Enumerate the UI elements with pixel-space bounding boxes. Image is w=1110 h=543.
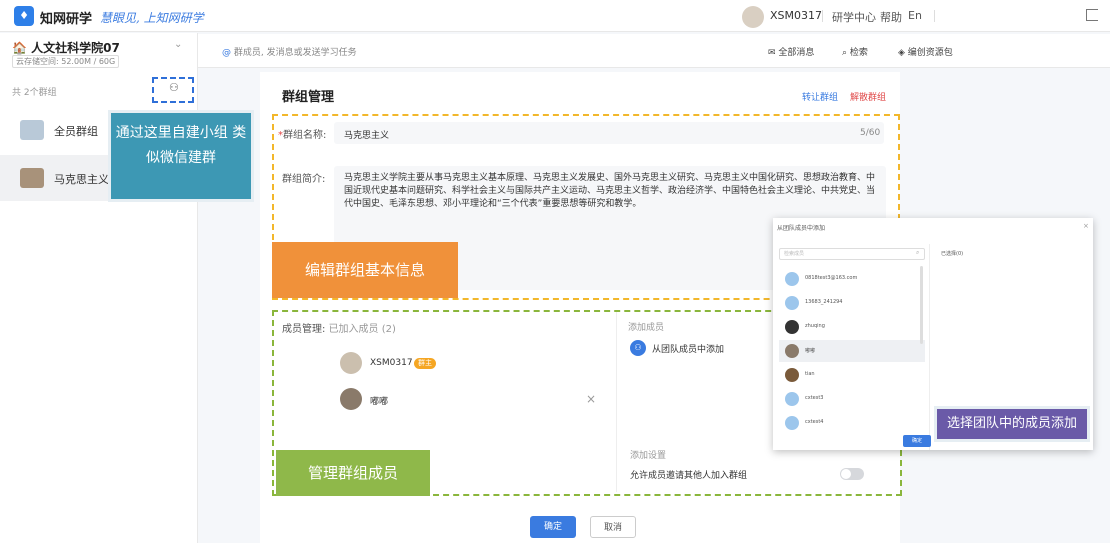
group-label: 全员群组 — [54, 125, 98, 138]
tip-select-members: 选择团队中的成员添加 — [934, 406, 1090, 442]
list-item[interactable]: 13683_241294 — [779, 292, 925, 314]
language-switch[interactable]: En — [908, 9, 922, 22]
search-placeholder: 检索成员 — [784, 251, 805, 257]
confirm-button[interactable]: 确定 — [530, 516, 576, 538]
message-bar: @ 群成员, 发消息或发送学习任务 ✉ 全部消息 ⌕ 检索 ◈ 编创资源包 — [198, 34, 1110, 68]
cancel-button[interactable]: 取消 — [590, 516, 636, 538]
avatar — [785, 392, 799, 406]
org-name[interactable]: 🏠 人文社科学院07 — [12, 39, 120, 56]
tip-edit-info: 编辑群组基本信息 — [272, 242, 458, 298]
member-name: 13683_241294 — [805, 299, 843, 305]
chevron-down-icon[interactable]: ⌄ — [174, 39, 182, 50]
avatar — [785, 416, 799, 430]
group-count: 共 2个群组 — [12, 88, 57, 98]
dialog-title: 从团队成员中添加 — [777, 225, 826, 232]
message-input[interactable]: @ 群成员, 发消息或发送学习任务 — [222, 45, 357, 58]
page-title: 群组管理 — [282, 90, 335, 105]
member-name: tian — [805, 371, 815, 377]
group-avatar — [20, 168, 44, 188]
top-bar: ♦ 知网研学 慧眼见, 上知网研学 XSM0317 研学中心 帮助 En — [0, 0, 1110, 32]
logo-icon: ♦ — [14, 6, 34, 26]
brand-name: 知网研学 — [40, 12, 93, 27]
list-item[interactable]: 嘟嘟 — [779, 340, 925, 362]
nav-help[interactable]: 帮助 — [880, 9, 902, 25]
avatar — [785, 320, 799, 334]
member-name: 0818test3@163.com — [805, 275, 858, 281]
group-label: 马克思主义 — [54, 173, 109, 186]
user-avatar[interactable] — [742, 6, 764, 28]
dialog-confirm-button[interactable]: 确定 — [903, 435, 931, 447]
scrollbar[interactable] — [920, 266, 923, 344]
close-icon[interactable]: × — [1083, 222, 1089, 230]
member-name: cxtest4 — [805, 419, 824, 425]
selected-count: 已选择(0) — [941, 251, 964, 257]
list-item[interactable]: zhuqing — [779, 316, 925, 338]
divider — [929, 244, 930, 450]
avatar — [785, 368, 799, 382]
group-avatar — [20, 120, 44, 140]
member-name: 嘟嘟 — [805, 348, 816, 354]
storage-info: 云存储空间: 52.00M / 60G — [12, 55, 120, 68]
add-group-button[interactable]: ⚇ — [152, 77, 194, 103]
member-name: zhuqing — [805, 323, 825, 329]
member-name: cxtest3 — [805, 395, 824, 401]
divider — [822, 10, 823, 22]
transfer-group-link[interactable]: 转让群组 — [802, 90, 838, 103]
divider — [934, 10, 935, 22]
avatar — [785, 272, 799, 286]
avatar — [785, 344, 799, 358]
add-user-icon: ⚇ — [169, 81, 179, 94]
tip-manage-members: 管理群组成员 — [276, 450, 430, 496]
member-search-input[interactable]: 检索成员 ⌕ — [779, 248, 925, 260]
list-item[interactable]: tian — [779, 364, 925, 386]
dissolve-group-link[interactable]: 解散群组 — [850, 90, 886, 103]
nav-study-center[interactable]: 研学中心 — [832, 9, 876, 25]
resource-button[interactable]: ◈ 编创资源包 — [898, 45, 953, 58]
all-messages-button[interactable]: ✉ 全部消息 — [768, 45, 814, 58]
logout-icon[interactable] — [1086, 9, 1098, 21]
avatar — [785, 296, 799, 310]
tip-create-group: 通过这里自建小组 类似微信建群 — [108, 110, 254, 202]
username[interactable]: XSM0317 — [770, 9, 822, 22]
list-item[interactable]: cxtest3 — [779, 388, 925, 410]
list-item[interactable]: cxtest4 — [779, 412, 925, 434]
brand-slogan: 慧眼见, 上知网研学 — [100, 11, 204, 25]
search-icon: ⌕ — [916, 249, 920, 256]
search-button[interactable]: ⌕ 检索 — [842, 45, 868, 58]
list-item[interactable]: 0818test3@163.com — [779, 268, 925, 290]
